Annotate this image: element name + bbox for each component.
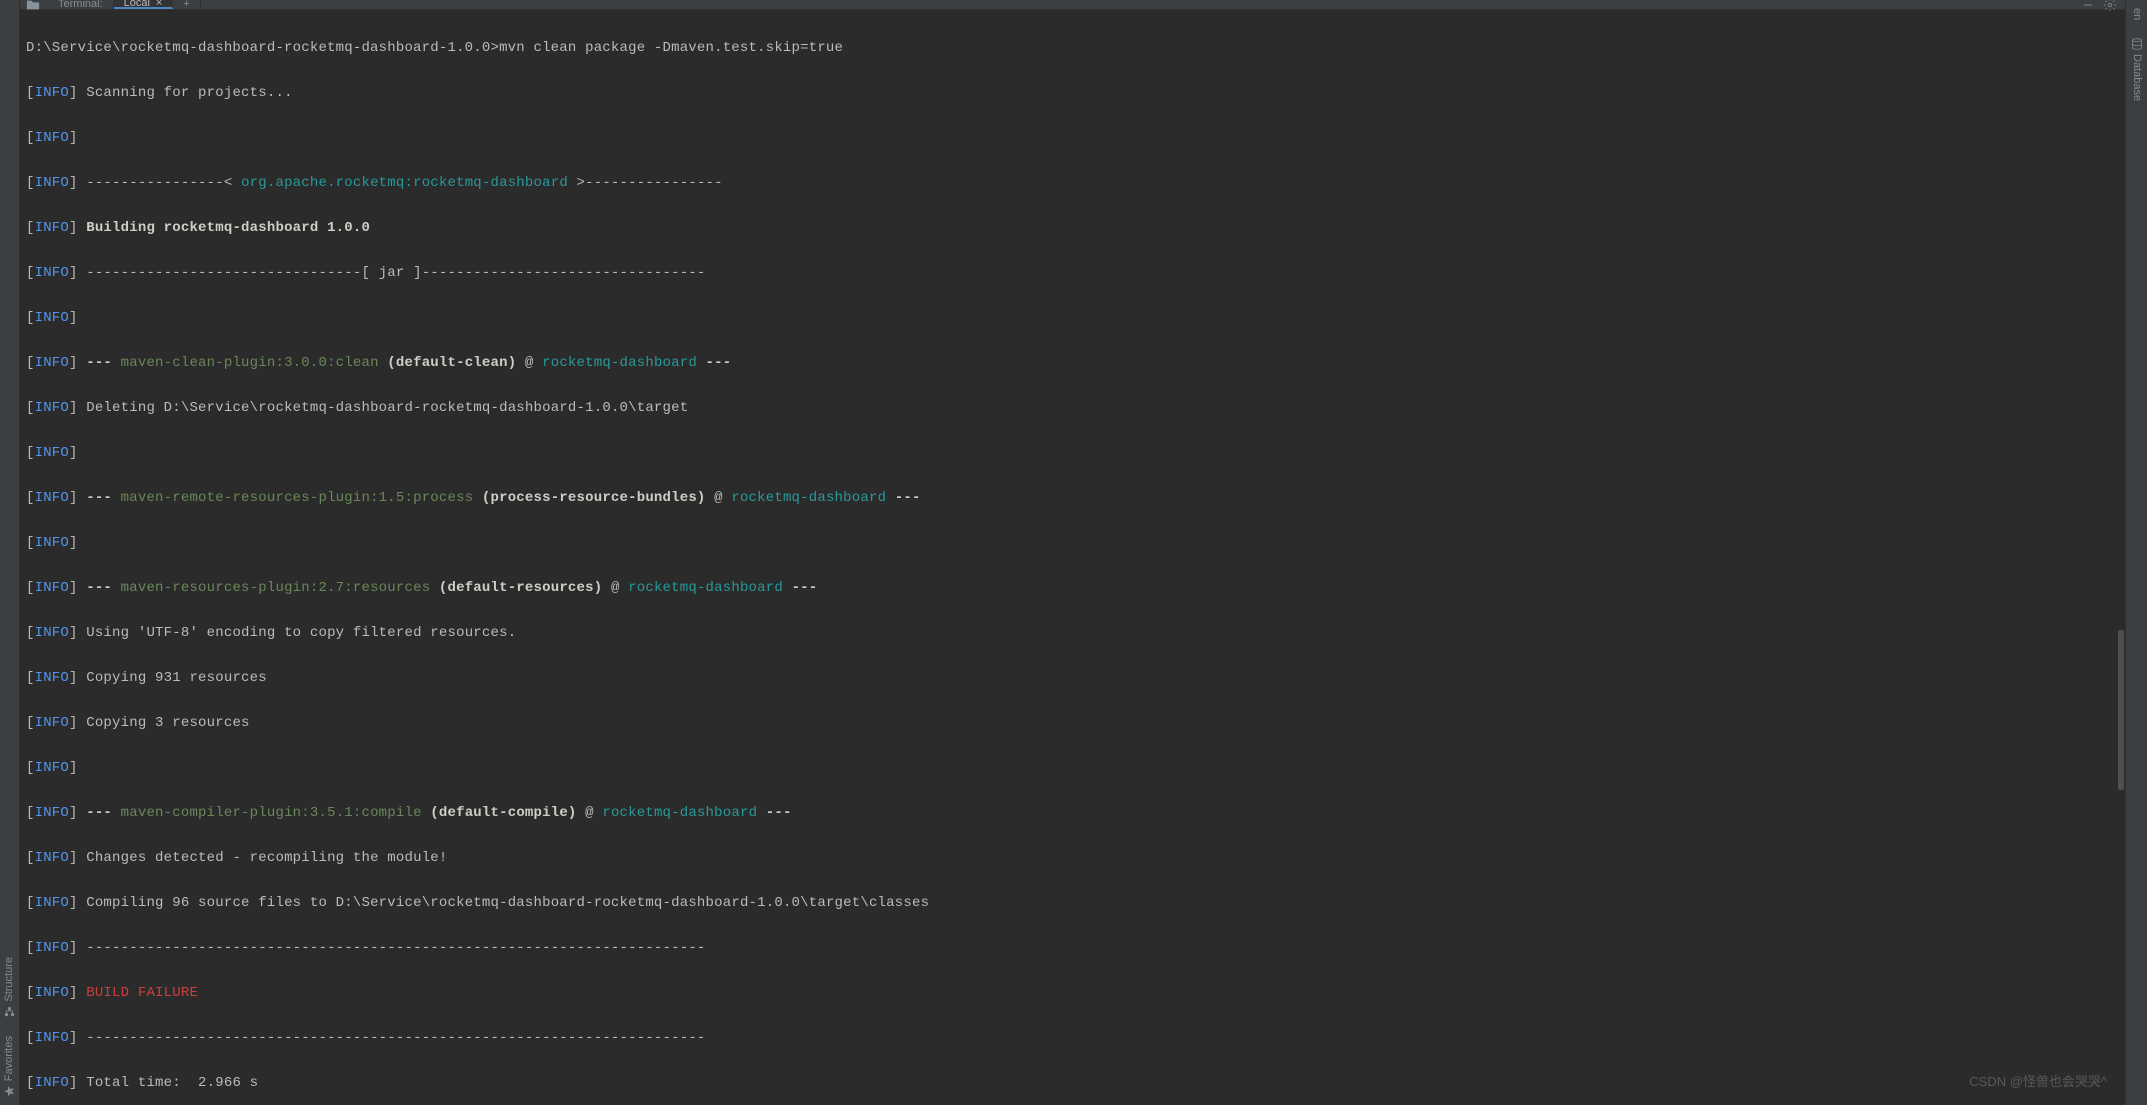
database-icon xyxy=(2131,38,2143,50)
log-line: [INFO] xyxy=(26,307,2119,330)
star-icon xyxy=(4,1085,16,1097)
terminal-scrollbar[interactable] xyxy=(2117,10,2125,1105)
favorites-tool[interactable]: Favorites xyxy=(0,1036,21,1097)
maven-tool[interactable]: en xyxy=(2125,8,2147,20)
terminal-tab-bar: Terminal: Local × + xyxy=(20,0,2125,10)
log-line: [INFO] Copying 931 resources xyxy=(26,667,2119,690)
database-tool[interactable]: Database xyxy=(2125,38,2147,101)
log-line: [INFO] Building rocketmq-dashboard 1.0.0 xyxy=(26,217,2119,240)
log-line: [INFO] ----------------< org.apache.rock… xyxy=(26,172,2119,195)
log-line: [INFO] --- maven-resources-plugin:2.7:re… xyxy=(26,577,2119,600)
close-tab-icon[interactable]: × xyxy=(156,0,162,9)
structure-icon xyxy=(4,1006,16,1018)
log-line: [INFO] xyxy=(26,532,2119,555)
database-label: Database xyxy=(2125,54,2147,101)
log-line: [INFO] Copying 3 resources xyxy=(26,712,2119,735)
scrollbar-thumb[interactable] xyxy=(2118,630,2124,790)
log-line: [INFO] --- maven-compiler-plugin:3.5.1:c… xyxy=(26,802,2119,825)
log-line: [INFO] Using 'UTF-8' encoding to copy fi… xyxy=(26,622,2119,645)
favorites-label: Favorites xyxy=(0,1036,21,1081)
log-line: [INFO] Scanning for projects... xyxy=(26,82,2119,105)
maven-label: en xyxy=(2125,8,2147,20)
log-line: [INFO] xyxy=(26,442,2119,465)
local-tab[interactable]: Local × xyxy=(114,0,174,9)
terminal-output[interactable]: D:\Service\rocketmq-dashboard-rocketmq-d… xyxy=(20,10,2125,1105)
terminal-tab-label[interactable]: Terminal: xyxy=(48,0,114,9)
log-line: [INFO] Deleting D:\Service\rocketmq-dash… xyxy=(26,397,2119,420)
left-tool-gutter: Structure Favorites xyxy=(0,0,20,1105)
log-line: [INFO] --------------------------------[… xyxy=(26,262,2119,285)
right-tool-gutter: en Database xyxy=(2125,0,2147,1105)
structure-tool[interactable]: Structure xyxy=(0,957,21,1018)
log-line: [INFO] Compiling 96 source files to D:\S… xyxy=(26,892,2119,915)
prompt-line: D:\Service\rocketmq-dashboard-rocketmq-d… xyxy=(26,37,2119,60)
watermark: CSDN @怪兽也会哭哭^ xyxy=(1969,1071,2107,1094)
log-line: [INFO] ---------------------------------… xyxy=(26,937,2119,960)
log-line: [INFO] xyxy=(26,127,2119,150)
tab-strip: Terminal: Local × + xyxy=(48,0,201,9)
add-tab-button[interactable]: + xyxy=(173,0,200,9)
log-line: [INFO] Changes detected - recompiling th… xyxy=(26,847,2119,870)
log-line: [INFO] Total time: 2.966 s xyxy=(26,1072,2119,1095)
log-line: [INFO] ---------------------------------… xyxy=(26,1027,2119,1050)
structure-label: Structure xyxy=(0,957,21,1002)
log-line: [INFO] --- maven-remote-resources-plugin… xyxy=(26,487,2119,510)
log-line: [INFO] --- maven-clean-plugin:3.0.0:clea… xyxy=(26,352,2119,375)
build-failure-line: [INFO] BUILD FAILURE xyxy=(26,982,2119,1005)
log-line: [INFO] xyxy=(26,757,2119,780)
